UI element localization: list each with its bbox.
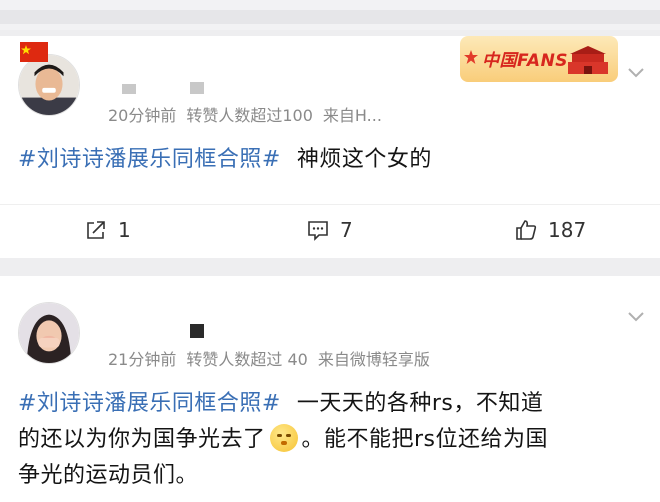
post-meta: 20分钟前 转赞人数超过100 来自H... bbox=[108, 102, 382, 126]
repost-count-text: 转赞人数超过100 bbox=[186, 106, 313, 125]
avatar[interactable] bbox=[18, 54, 80, 116]
share-count: 1 bbox=[118, 218, 131, 242]
share-button[interactable]: 1 bbox=[84, 214, 131, 246]
like-count: 187 bbox=[548, 218, 587, 242]
post-line-2: 的还以为你为国争光去了 。能不能把rs位还给为国 bbox=[18, 422, 648, 458]
china-flag-icon bbox=[20, 42, 48, 62]
username-mask bbox=[190, 82, 204, 94]
star-icon bbox=[464, 50, 478, 64]
post-time: 20分钟前 bbox=[108, 106, 177, 125]
top-strip-bar bbox=[0, 10, 660, 24]
post-source[interactable]: 来自H... bbox=[323, 106, 382, 125]
post-body: #刘诗诗潘展乐同框合照# 神烦这个女的 bbox=[18, 142, 432, 178]
chevron-down-icon[interactable] bbox=[626, 62, 646, 82]
avatar-image bbox=[19, 303, 79, 363]
comment-button[interactable]: 7 bbox=[306, 214, 353, 246]
top-strip bbox=[0, 0, 660, 30]
post-body: #刘诗诗潘展乐同框合照# 一天天的各种rs，不知道 的还以为你为国争光去了 。能不能… bbox=[18, 386, 648, 494]
share-icon bbox=[87, 221, 105, 239]
post-line-1: #刘诗诗潘展乐同框合照# 一天天的各种rs，不知道 bbox=[18, 386, 648, 422]
topic-link[interactable]: #刘诗诗潘展乐同框合照# bbox=[18, 391, 281, 416]
fans-badge[interactable]: 中国FANS bbox=[460, 36, 618, 82]
repost-count-text: 转赞人数超过 40 bbox=[186, 350, 308, 369]
like-icon bbox=[516, 220, 537, 240]
chevron-down-icon[interactable] bbox=[626, 306, 646, 326]
post-text-4: 争光的运动员们。 bbox=[18, 463, 199, 488]
post-text-1: 一天天的各种rs，不知道 bbox=[296, 391, 544, 416]
avatar[interactable] bbox=[18, 302, 80, 364]
post-card-2[interactable]: 21分钟前 转赞人数超过 40 来自微博轻享版 #刘诗诗潘展乐同框合照# 一天天的各种… bbox=[0, 276, 660, 502]
comment-count: 7 bbox=[340, 218, 353, 242]
shushing-emoji-icon bbox=[269, 424, 298, 452]
tiananmen-icon bbox=[568, 46, 608, 74]
post-text-2: 的还以为你为国争光去了 bbox=[18, 427, 266, 452]
fans-badge-label: 中国FANS bbox=[482, 51, 569, 71]
username-mask bbox=[190, 324, 204, 338]
comment-icon bbox=[308, 221, 328, 241]
post-time: 21分钟前 bbox=[108, 350, 177, 369]
post-card-1[interactable]: 20分钟前 转赞人数超过100 来自H... 中国FANS #刘诗诗潘展乐同框合照#… bbox=[0, 36, 660, 258]
like-button[interactable]: 187 bbox=[514, 214, 586, 246]
post-source[interactable]: 来自微博轻享版 bbox=[318, 350, 430, 369]
post-meta: 21分钟前 转赞人数超过 40 来自微博轻享版 bbox=[108, 346, 430, 370]
post-text-3: 。能不能把rs位还给为国 bbox=[301, 427, 549, 452]
post-line-3: 争光的运动员们。 bbox=[18, 458, 648, 494]
post-text: 神烦这个女的 bbox=[296, 147, 432, 172]
topic-link[interactable]: #刘诗诗潘展乐同框合照# bbox=[18, 147, 281, 172]
username-mask bbox=[122, 84, 136, 94]
avatar-image bbox=[19, 55, 79, 115]
divider bbox=[0, 204, 660, 205]
